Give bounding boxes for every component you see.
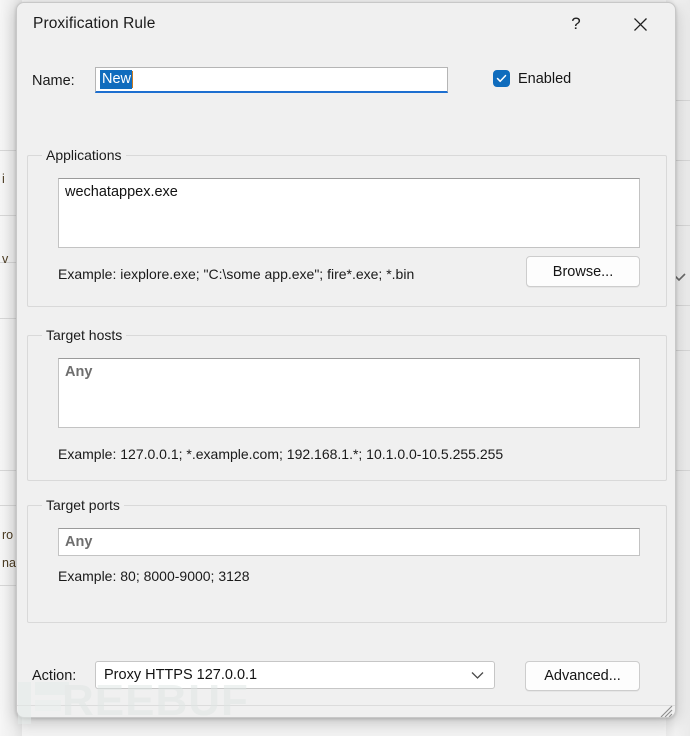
- action-select-value: Proxy HTTPS 127.0.0.1: [104, 667, 258, 683]
- name-input[interactable]: New: [95, 67, 448, 93]
- name-input-value: New: [100, 70, 133, 89]
- close-button[interactable]: [617, 3, 663, 45]
- target-hosts-textarea[interactable]: Any: [58, 358, 640, 428]
- applications-example-text: Example: iexplore.exe; "C:\some app.exe"…: [58, 266, 415, 282]
- enabled-label: Enabled: [518, 70, 572, 87]
- resize-grip-icon[interactable]: [657, 702, 673, 718]
- advanced-button[interactable]: Advanced...: [525, 661, 640, 691]
- browse-button[interactable]: Browse...: [526, 256, 640, 287]
- window-title: Proxification Rule: [33, 15, 156, 32]
- target-hosts-group: Target hosts Any Example: 127.0.0.1; *.e…: [27, 327, 667, 481]
- name-label: Name:: [32, 73, 75, 89]
- chevron-down-icon: [471, 672, 484, 679]
- target-hosts-example-text: Example: 127.0.0.1; *.example.com; 192.1…: [58, 446, 504, 462]
- footer-divider: [17, 705, 675, 706]
- name-row: Name: New Enabled: [17, 67, 675, 99]
- checkbox-box: [493, 70, 510, 87]
- applications-group-title: Applications: [42, 147, 126, 163]
- checkmark-icon: [496, 74, 507, 83]
- enabled-checkbox[interactable]: Enabled: [493, 70, 571, 87]
- target-ports-input[interactable]: Any: [58, 528, 640, 556]
- action-label: Action:: [32, 668, 77, 684]
- target-hosts-group-title: Target hosts: [42, 327, 127, 343]
- help-button[interactable]: ?: [553, 3, 599, 45]
- target-ports-group-title: Target ports: [42, 497, 124, 513]
- proxification-rule-dialog: Proxification Rule ? Name: New Enabled A…: [16, 2, 676, 718]
- applications-group: Applications wechatappex.exe Example: ie…: [27, 147, 667, 307]
- applications-textarea[interactable]: wechatappex.exe: [58, 178, 640, 248]
- target-ports-group: Target ports Any Example: 80; 8000-9000;…: [27, 497, 667, 623]
- action-select[interactable]: Proxy HTTPS 127.0.0.1: [95, 661, 495, 689]
- dialog-body: Name: New Enabled Applications wechatapp…: [17, 47, 675, 718]
- target-ports-example-text: Example: 80; 8000-9000; 3128: [58, 568, 250, 584]
- close-x-icon: [633, 17, 647, 31]
- titlebar: Proxification Rule ?: [17, 3, 675, 47]
- text-caret: [132, 71, 134, 88]
- question-mark-icon: ?: [571, 14, 581, 33]
